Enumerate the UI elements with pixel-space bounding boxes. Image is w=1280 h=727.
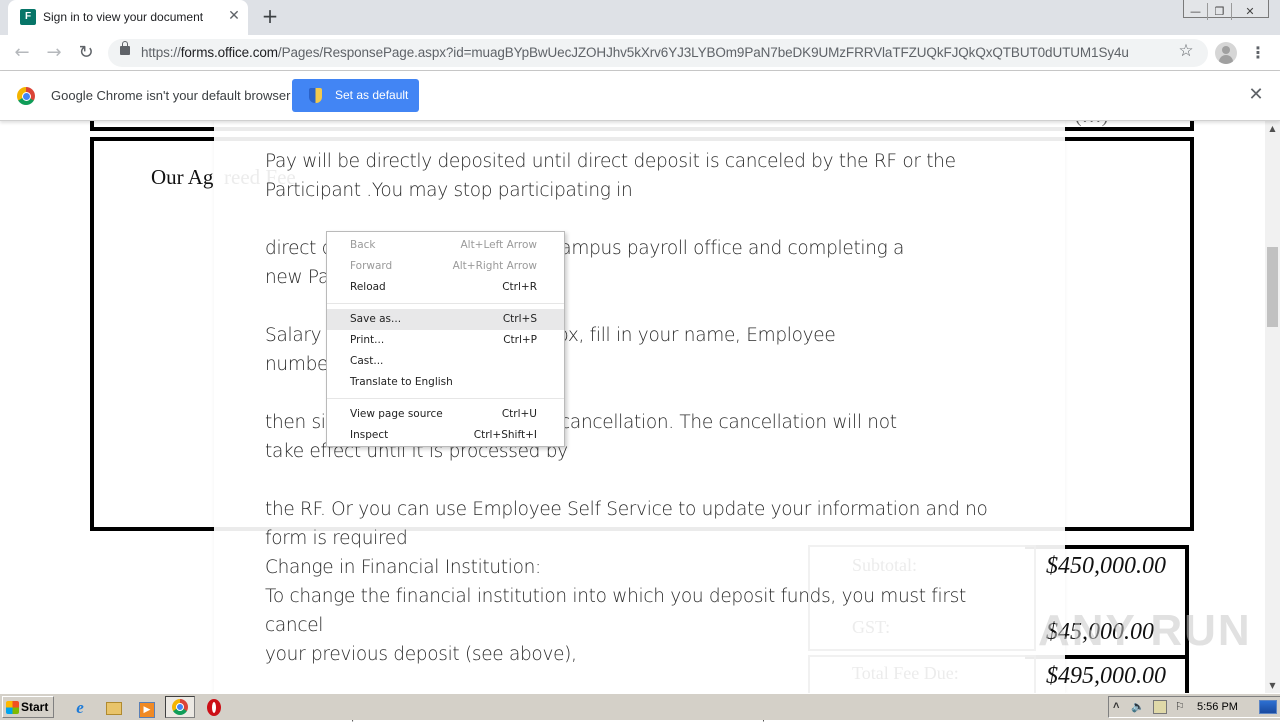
- tab-title: Sign in to view your document: [43, 10, 204, 24]
- bookmark-star-icon[interactable]: ☆: [1176, 41, 1196, 61]
- menu-item-shortcut: Alt+Left Arrow: [460, 239, 537, 251]
- url-host: forms.office.com: [180, 45, 278, 60]
- menu-item-label: View page source: [350, 408, 443, 420]
- minimize-button[interactable]: —: [1184, 3, 1208, 20]
- context-menu-view-source[interactable]: View page source Ctrl+U: [327, 404, 564, 425]
- body-line: Participant .You may stop participating …: [265, 180, 633, 201]
- menu-item-shortcut: Ctrl+U: [501, 408, 537, 420]
- context-menu-back[interactable]: Back Alt+Left Arrow: [327, 235, 564, 256]
- chrome-logo-icon: [17, 87, 35, 105]
- menu-item-shortcut: Ctrl+P: [503, 334, 537, 346]
- menu-item-label: Cast...: [350, 355, 384, 367]
- body-line: To change the financial institution into…: [265, 586, 966, 636]
- menu-item-label: Print...: [350, 334, 385, 346]
- uac-shield-icon: [309, 88, 322, 103]
- forms-icon: F: [20, 9, 36, 25]
- set-as-default-button[interactable]: Set as default: [292, 79, 419, 112]
- lock-icon[interactable]: [120, 41, 130, 55]
- page-scrollbar[interactable]: ▲ ▼: [1265, 121, 1280, 693]
- reload-button[interactable]: ↻: [74, 41, 98, 65]
- body-line: the RF. Or you can use Employee Self Ser…: [265, 499, 988, 520]
- chrome-icon: [172, 699, 188, 715]
- context-menu-inspect[interactable]: Inspect Ctrl+Shift+I: [327, 425, 564, 446]
- scroll-up-arrow-icon[interactable]: ▲: [1265, 121, 1280, 136]
- subtotal-value: $450,000.00: [1046, 553, 1166, 579]
- total-due-value: $495,000.00: [1046, 663, 1166, 689]
- browser-tab[interactable]: F Sign in to view your document ✕: [8, 0, 248, 35]
- action-center-flag-icon[interactable]: ⚐: [1175, 700, 1185, 713]
- internet-explorer-icon[interactable]: e: [70, 698, 90, 718]
- context-menu-print[interactable]: Print... Ctrl+P: [327, 330, 564, 351]
- set-as-default-label: Set as default: [335, 88, 409, 102]
- opera-icon[interactable]: [204, 698, 224, 718]
- new-tab-button[interactable]: +: [259, 4, 281, 28]
- menu-separator: [327, 398, 564, 399]
- play-shape: ▶: [139, 702, 155, 718]
- chrome-taskbar-icon[interactable]: [165, 696, 195, 718]
- url-text[interactable]: https://forms.office.com/Pages/ResponseP…: [141, 45, 1129, 60]
- windows-taskbar: Start e ▶ ˄ 🔈 ⚐ 5:56 PM: [0, 693, 1280, 720]
- infobar-close-icon[interactable]: ✕: [1246, 85, 1266, 105]
- file-explorer-icon[interactable]: [104, 698, 124, 718]
- menu-item-label: Reload: [350, 281, 386, 293]
- browser-toolbar: ← → ↻ https://forms.office.com/Pages/Res…: [0, 35, 1280, 71]
- body-line: form is required: [265, 528, 408, 549]
- opera-shape: [207, 699, 221, 716]
- body-line: Change in Financial Institution:: [265, 557, 541, 578]
- start-button[interactable]: Start: [2, 696, 54, 718]
- body-line: [265, 466, 1025, 495]
- menu-item-label: Save as...: [350, 313, 402, 325]
- windows-flag-icon: [6, 701, 19, 714]
- profile-avatar-icon[interactable]: [1215, 42, 1237, 64]
- network-warning-icon[interactable]: [1153, 700, 1167, 714]
- opera-inner: [212, 702, 216, 713]
- window-controls: — ❐ ✕: [1183, 0, 1269, 20]
- back-button[interactable]: ←: [10, 41, 34, 65]
- tab-close-icon[interactable]: ✕: [225, 6, 243, 26]
- url-path: /Pages/ResponsePage.aspx?id=muagBYpBwUec…: [277, 45, 1129, 60]
- tray-expand-icon[interactable]: ˄: [1113, 700, 1119, 712]
- scroll-thumb[interactable]: [1267, 247, 1278, 327]
- window-close-button[interactable]: ✕: [1232, 3, 1268, 20]
- context-menu-save-as[interactable]: Save as... Ctrl+S: [327, 309, 564, 330]
- context-menu: Back Alt+Left Arrow Forward Alt+Right Ar…: [326, 231, 565, 447]
- menu-separator: [327, 303, 564, 304]
- context-menu-cast[interactable]: Cast...: [327, 351, 564, 372]
- context-menu-forward[interactable]: Forward Alt+Right Arrow: [327, 256, 564, 277]
- system-tray: ˄ 🔈 ⚐ 5:56 PM: [1108, 696, 1280, 718]
- media-player-icon[interactable]: ▶: [137, 698, 157, 718]
- menu-item-label: Forward: [350, 260, 393, 272]
- body-line: your previous deposit (see above),: [265, 644, 577, 665]
- chrome-icon-center: [176, 703, 184, 711]
- anyrun-watermark: ANY RUN: [1038, 606, 1252, 655]
- body-line: Pay will be directly deposited until dir…: [265, 151, 956, 172]
- tray-clock[interactable]: 5:56 PM: [1197, 701, 1238, 713]
- menu-item-label: Inspect: [350, 429, 389, 441]
- menu-item-shortcut: Ctrl+Shift+I: [473, 429, 537, 441]
- infobar-message: Google Chrome isn't your default browser: [51, 88, 291, 103]
- menu-item-label: Translate to English: [350, 376, 453, 388]
- tab-strip: F Sign in to view your document ✕ + — ❐ ✕: [0, 0, 1280, 35]
- menu-item-shortcut: Ctrl+S: [502, 313, 537, 325]
- body-line: [265, 205, 1025, 234]
- menu-item-label: Back: [350, 239, 376, 251]
- show-desktop-icon[interactable]: [1259, 700, 1277, 714]
- volume-icon[interactable]: 🔈: [1131, 700, 1145, 713]
- doc-heading-fragment: Our Ag: [151, 165, 214, 189]
- chrome-menu-icon[interactable]: ⋮: [1250, 41, 1266, 65]
- doc-top-right-fragment: (…): [1075, 121, 1108, 128]
- scroll-down-arrow-icon[interactable]: ▼: [1265, 678, 1280, 693]
- menu-item-shortcut: Ctrl+R: [502, 281, 537, 293]
- url-scheme: https://: [141, 45, 181, 60]
- restore-button[interactable]: ❐: [1208, 3, 1232, 20]
- menu-item-shortcut: Alt+Right Arrow: [452, 260, 537, 272]
- forward-button[interactable]: →: [42, 41, 66, 65]
- folder-shape: [106, 702, 122, 715]
- default-browser-infobar: Google Chrome isn't your default browser…: [0, 71, 1280, 121]
- start-label: Start: [21, 700, 49, 714]
- context-menu-reload[interactable]: Reload Ctrl+R: [327, 277, 564, 298]
- address-bar[interactable]: https://forms.office.com/Pages/ResponseP…: [108, 39, 1208, 67]
- context-menu-translate[interactable]: Translate to English: [327, 372, 564, 393]
